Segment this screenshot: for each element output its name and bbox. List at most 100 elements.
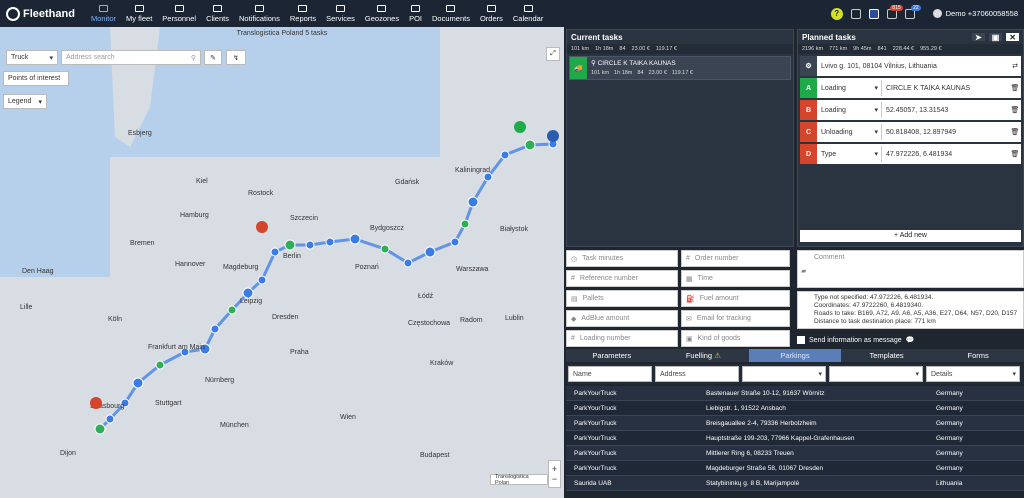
- bell-icon[interactable]: 815: [886, 4, 903, 19]
- task-info-textarea[interactable]: Type not specified: 47.972226, 6.481934.…: [797, 291, 1024, 329]
- cluster-marker[interactable]: [227, 305, 237, 315]
- cluster-marker[interactable]: [270, 247, 280, 257]
- cluster-marker[interactable]: [524, 139, 536, 151]
- task-location-text[interactable]: 52.45057, 13.31543: [882, 107, 1009, 114]
- uk-flag-icon[interactable]: [868, 8, 879, 19]
- trash-icon[interactable]: 🗑: [1009, 106, 1021, 114]
- table-row[interactable]: ParkYourTruck Magdeburger Straße 58, 0106…: [566, 461, 1024, 476]
- adblue-amount-field[interactable]: ◆ AdBlue amount: [566, 310, 678, 327]
- cluster-marker[interactable]: [242, 287, 254, 299]
- nav-clients[interactable]: Clients: [201, 0, 234, 27]
- zoom-out-icon[interactable]: −: [552, 474, 557, 484]
- fullscreen-icon[interactable]: ⤢: [546, 47, 560, 61]
- cluster-marker[interactable]: [460, 219, 470, 229]
- cluster-marker[interactable]: [403, 258, 413, 268]
- vehicle-pin[interactable]: [547, 130, 559, 142]
- cluster-marker[interactable]: [467, 196, 479, 208]
- cluster-marker[interactable]: [257, 275, 267, 285]
- map-view[interactable]: Berlin Hamburg Hannover Warszawa Poznań Łódź P…: [0, 27, 564, 498]
- table-row[interactable]: ParkYourTruck Hauptstraße 199-203, 77966 …: [566, 431, 1024, 446]
- cluster-marker[interactable]: [380, 244, 390, 254]
- tab-templates[interactable]: Templates: [841, 349, 933, 362]
- tab-forms[interactable]: Forms: [932, 349, 1024, 362]
- task-type-select[interactable]: Unloading ▾: [817, 124, 882, 140]
- task-d-pin[interactable]: [90, 397, 102, 409]
- cluster-marker[interactable]: [500, 150, 510, 160]
- kind-of-goods-field[interactable]: ▣ Kind of goods: [681, 330, 790, 347]
- filter-select-1[interactable]: ▾: [742, 366, 826, 382]
- nav-notifications[interactable]: Notifications: [234, 0, 285, 27]
- cluster-marker[interactable]: [483, 172, 493, 182]
- ruler-icon[interactable]: ✎: [204, 50, 222, 65]
- close-icon[interactable]: ✕: [1006, 33, 1019, 42]
- cluster-marker[interactable]: [132, 377, 144, 389]
- cluster-marker[interactable]: [305, 240, 315, 250]
- legend-dropdown[interactable]: Legend ▾: [3, 94, 47, 109]
- cluster-marker[interactable]: [450, 237, 460, 247]
- cluster-marker[interactable]: [94, 423, 106, 435]
- order-number-field[interactable]: # Order number: [681, 250, 790, 267]
- swap-icon[interactable]: ⇄: [1009, 62, 1021, 70]
- nav-services[interactable]: Services: [321, 0, 360, 27]
- tab-parkings[interactable]: Parkings: [749, 349, 841, 362]
- route-draw-icon[interactable]: ↯: [226, 50, 246, 65]
- task-location-text[interactable]: 50.818408, 12.897949: [882, 129, 1009, 136]
- start-location-row[interactable]: ⚙ Lvivo g. 101, 08104 Vilnius, Lithuania…: [800, 56, 1021, 76]
- task-a-pin[interactable]: [514, 121, 526, 133]
- loading-number-field[interactable]: # Loading number: [566, 330, 678, 347]
- planned-task-c[interactable]: C Unloading ▾ 50.818408, 12.897949 🗑: [800, 122, 1021, 142]
- table-row[interactable]: ParkYourTruck Mittlerer Ring 6, 08233 Tre…: [566, 446, 1024, 461]
- nav-personnel[interactable]: Personnel: [157, 0, 201, 27]
- nav-orders[interactable]: Orders: [475, 0, 508, 27]
- zoom-controls[interactable]: + −: [548, 460, 561, 488]
- address-search-input[interactable]: Address search ⚲: [61, 50, 201, 65]
- planned-task-d[interactable]: D Type ▾ 47.972226, 6.481934 🗑: [800, 144, 1021, 164]
- table-row[interactable]: ParkYourTruck Breisgauallee 2-4, 79336 He…: [566, 416, 1024, 431]
- email-tracking-field[interactable]: ✉ Email for tracking: [681, 310, 790, 327]
- cluster-marker[interactable]: [284, 239, 296, 251]
- points-of-interest-button[interactable]: Points of interest: [3, 71, 69, 86]
- trash-icon[interactable]: 🗑: [1009, 150, 1021, 158]
- trash-icon[interactable]: 🗑: [1009, 84, 1021, 92]
- task-b-pin[interactable]: [256, 221, 268, 233]
- bug-icon[interactable]: [850, 8, 861, 19]
- nav-poi[interactable]: POI: [404, 0, 427, 27]
- task-location-text[interactable]: 47.972226, 6.481934: [882, 151, 1009, 158]
- cluster-marker[interactable]: [424, 246, 436, 258]
- user-menu[interactable]: Demo +37060058558: [932, 9, 1018, 18]
- task-type-select[interactable]: Type ▾: [817, 146, 882, 162]
- address-filter-input[interactable]: Address: [655, 366, 739, 382]
- task-location-text[interactable]: CIRCLE K TAIKA KAUNAS: [882, 85, 1009, 92]
- chat-icon[interactable]: 22: [904, 4, 921, 19]
- fleethand-logo[interactable]: Fleethand: [6, 6, 86, 21]
- table-row[interactable]: Saurida UAB Statybininkų g. 8 B, Marijamp…: [566, 476, 1024, 491]
- details-filter-select[interactable]: Details ▾: [926, 366, 1020, 382]
- time-field[interactable]: ▦ Time: [681, 270, 790, 287]
- planned-task-a[interactable]: A Loading ▾ CIRCLE K TAIKA KAUNAS 🗑: [800, 78, 1021, 98]
- send-icon[interactable]: ➤: [972, 33, 985, 42]
- pallets-field[interactable]: ▤ Pallets: [566, 290, 678, 307]
- fuel-amount-field[interactable]: ⛽ Fuel amount: [681, 290, 790, 307]
- planned-task-b[interactable]: B Loading ▾ 52.45057, 13.31543 🗑: [800, 100, 1021, 120]
- tab-fuelling[interactable]: Fuelling ⚠: [658, 349, 750, 362]
- tab-parameters[interactable]: Parameters: [566, 349, 658, 362]
- zoom-in-icon[interactable]: +: [552, 464, 557, 474]
- cluster-marker[interactable]: [105, 414, 115, 424]
- nav-documents[interactable]: Documents: [427, 0, 475, 27]
- task-type-select[interactable]: Loading ▾: [817, 80, 882, 96]
- comment-field[interactable]: ▰ Comment: [797, 250, 1024, 288]
- task-minutes-field[interactable]: ◷ Task minutes: [566, 250, 678, 267]
- cluster-marker[interactable]: [325, 237, 335, 247]
- task-type-select[interactable]: Loading ▾: [817, 102, 882, 118]
- send-info-checkbox[interactable]: [797, 336, 805, 344]
- help-icon[interactable]: ?: [830, 7, 843, 20]
- nav-reports[interactable]: Reports: [285, 0, 321, 27]
- vehicle-type-select[interactable]: Truck ▾: [6, 50, 58, 65]
- add-new-task-button[interactable]: + Add new: [800, 230, 1021, 242]
- cluster-marker[interactable]: [210, 324, 220, 334]
- table-row[interactable]: ParkYourTruck Liebigstr. 1, 91522 Ansbach…: [566, 401, 1024, 416]
- nav-monitor[interactable]: Monitor: [86, 0, 121, 27]
- nav-geozones[interactable]: Geozones: [360, 0, 404, 27]
- cluster-marker[interactable]: [155, 360, 165, 370]
- cluster-marker[interactable]: [349, 233, 361, 245]
